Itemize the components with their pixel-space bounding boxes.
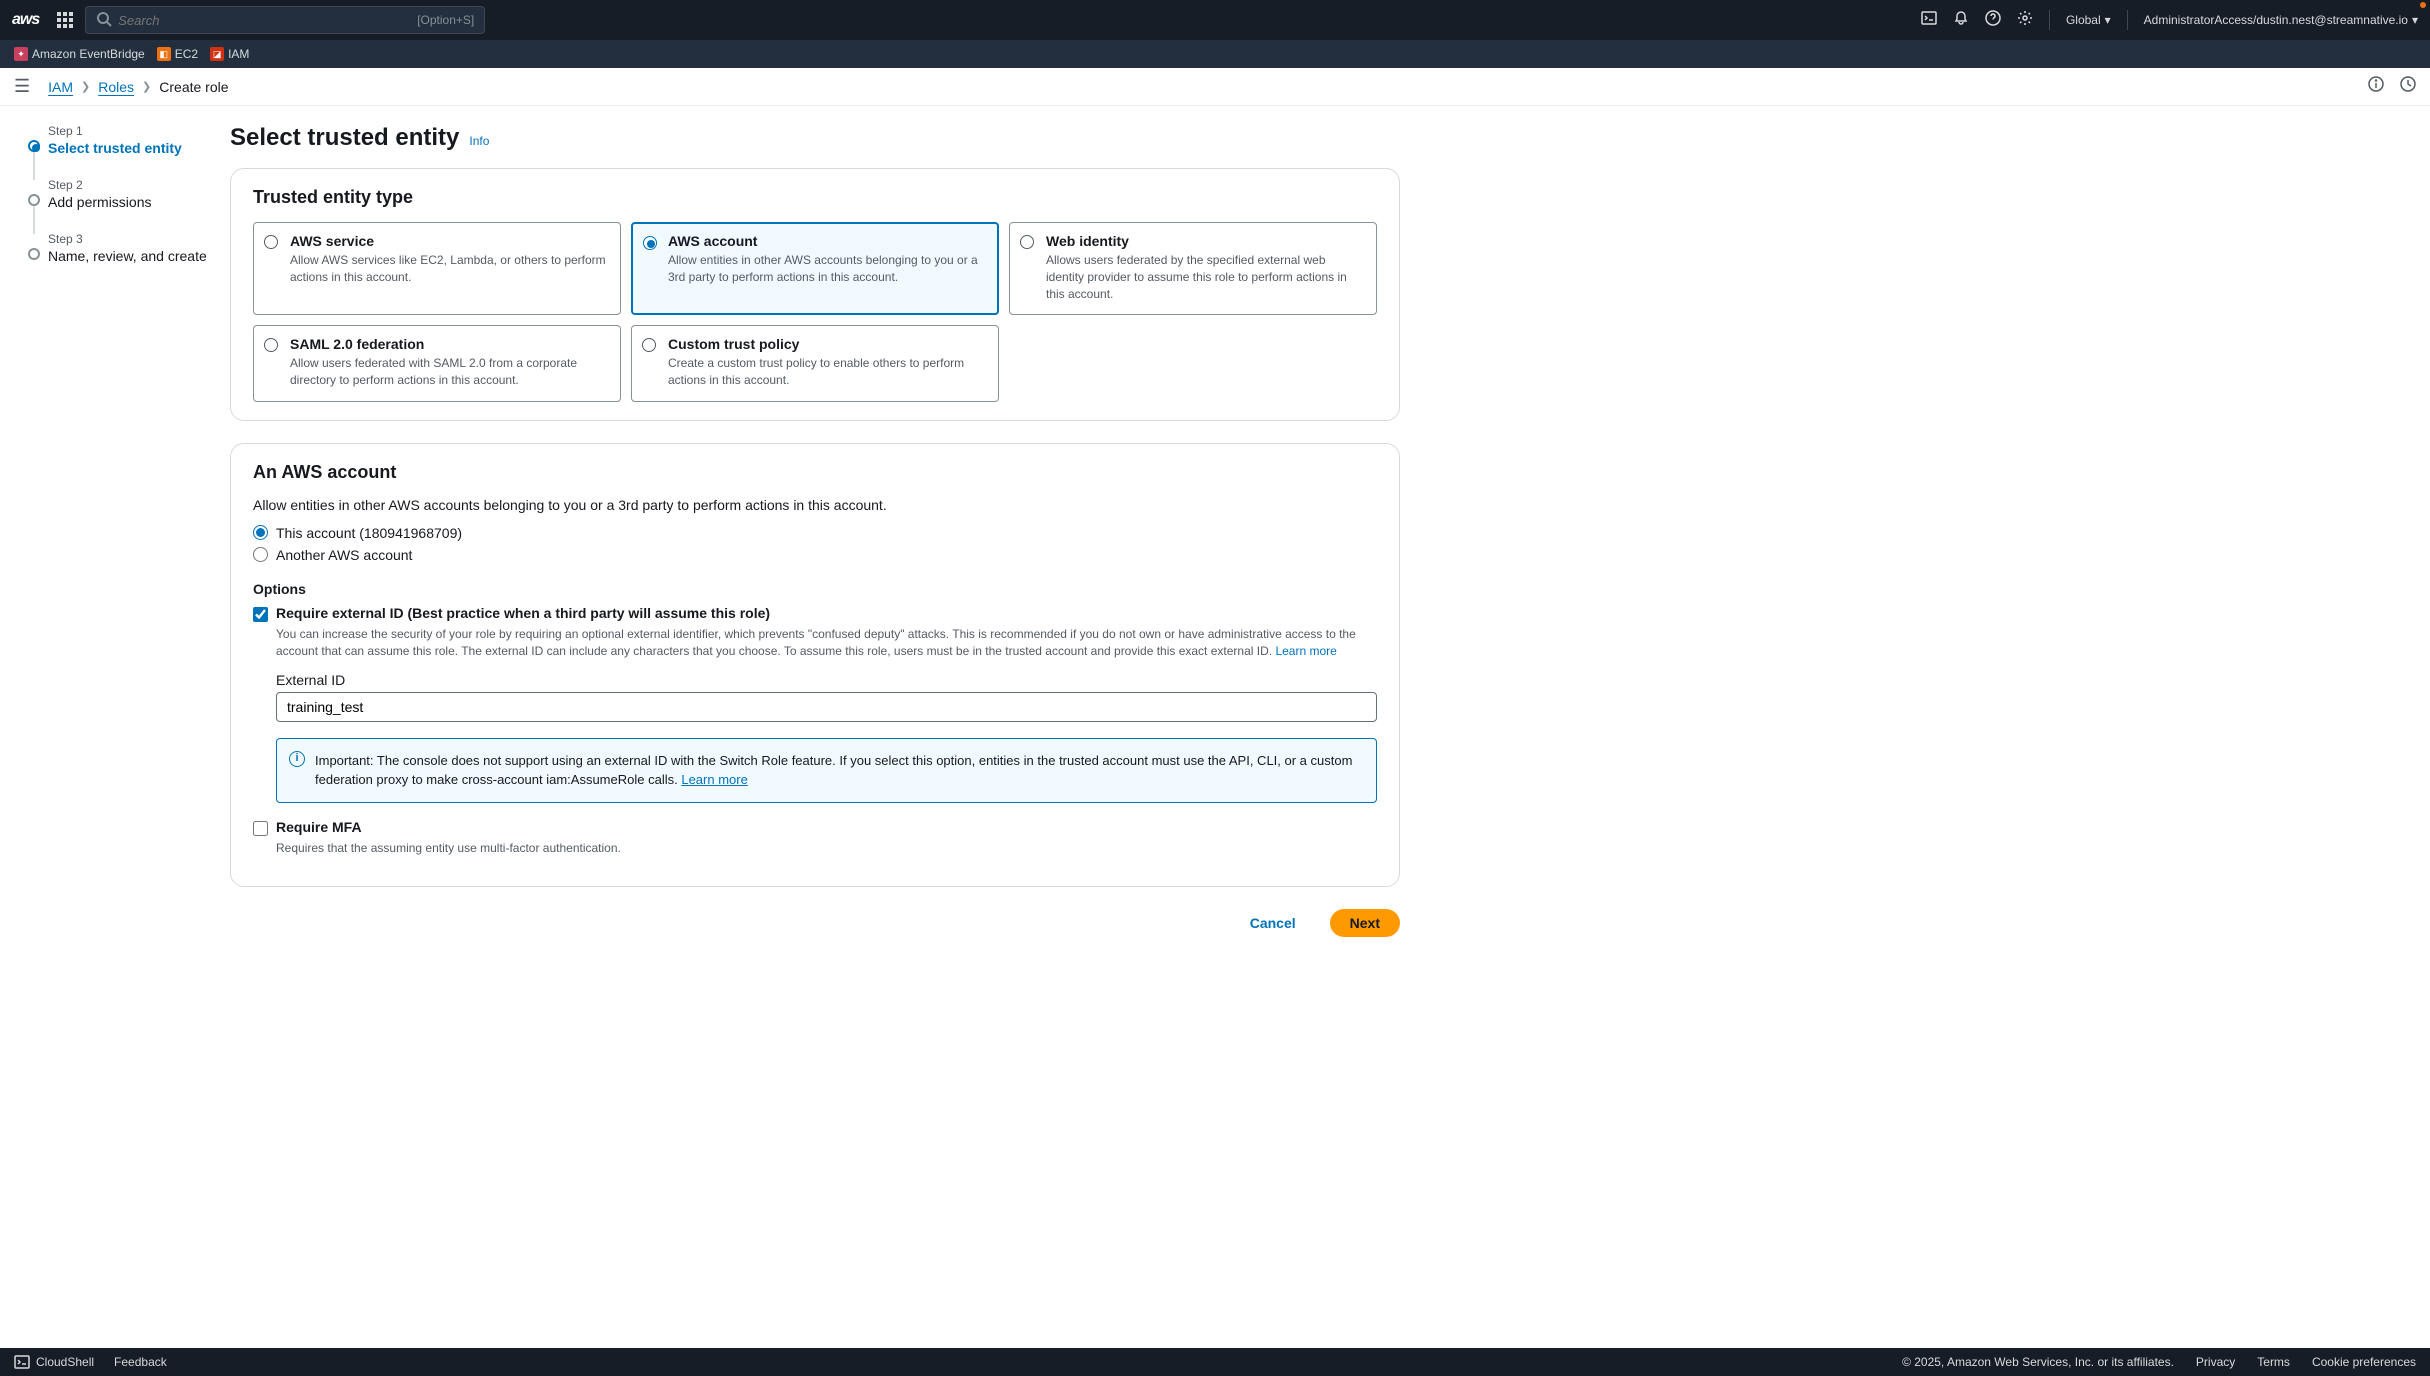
require-mfa-checkbox[interactable] [253,821,268,836]
entity-saml[interactable]: SAML 2.0 federation Allow users federate… [253,325,621,402]
footer-bar: CloudShell Feedback © 2025, Amazon Web S… [0,1348,2430,1376]
external-id-alert: i Important: The console does not suppor… [276,738,1377,803]
global-search[interactable]: [Option+S] [85,6,485,34]
step-label: Add permissions [48,194,210,210]
favorite-iam[interactable]: ◪ IAM [210,47,249,61]
learn-more-link[interactable]: Learn more [1275,644,1336,658]
feedback-link[interactable]: Feedback [114,1355,167,1369]
step-label: Select trusted entity [48,140,210,156]
info-icon: i [289,751,305,767]
panel-heading: An AWS account [253,462,1377,483]
entity-custom-trust[interactable]: Custom trust policy Create a custom trus… [631,325,999,402]
radio-icon [264,235,278,249]
search-shortcut-hint: [Option+S] [417,13,474,27]
panel-heading: Trusted entity type [253,187,1377,208]
wizard-actions: Cancel Next [230,909,1400,937]
radio-icon [642,338,656,352]
cloudshell-icon[interactable] [1921,10,1937,31]
trusted-entity-panel: Trusted entity type AWS service Allow AW… [230,168,1400,421]
entity-aws-account[interactable]: AWS account Allow entities in other AWS … [631,222,999,315]
step-1[interactable]: Step 1 Select trusted entity [28,124,210,156]
radio-icon [643,236,657,250]
entity-web-identity[interactable]: Web identity Allows users federated by t… [1009,222,1377,315]
next-button[interactable]: Next [1330,909,1400,937]
breadcrumb-roles[interactable]: Roles [98,79,134,95]
settings-icon[interactable] [2017,10,2033,31]
require-mfa-help: Requires that the assuming entity use mu… [276,840,1377,857]
ec2-icon: ◧ [157,47,171,61]
breadcrumb-iam[interactable]: IAM [48,79,73,95]
require-external-id-checkbox[interactable] [253,607,268,622]
cancel-button[interactable]: Cancel [1230,909,1316,937]
alert-learn-more-link[interactable]: Learn more [681,772,747,787]
cookies-link[interactable]: Cookie preferences [2312,1355,2416,1369]
clock-icon[interactable] [2400,76,2416,97]
services-grid-icon[interactable] [57,12,73,28]
iam-icon: ◪ [210,47,224,61]
external-id-input[interactable] [276,692,1377,722]
chevron-down-icon: ▾ [2412,13,2418,27]
radio-icon [264,338,278,352]
help-icon[interactable] [1985,10,2001,31]
terms-link[interactable]: Terms [2257,1355,2290,1369]
info-link[interactable]: Info [469,134,489,148]
step-2[interactable]: Step 2 Add permissions [28,178,210,210]
account-menu[interactable]: AdministratorAccess/dustin.nest@streamna… [2144,13,2418,27]
chevron-right-icon: ❯ [81,80,90,93]
require-external-id-label[interactable]: Require external ID (Best practice when … [276,605,770,621]
notifications-icon[interactable] [1953,10,1969,31]
step-label: Name, review, and create [48,248,210,264]
top-bar: aws [Option+S] Global ▾ AdministratorAcc [0,0,2430,40]
search-icon [96,11,112,30]
external-id-label: External ID [276,672,1377,688]
search-input[interactable] [118,13,417,28]
another-account-label[interactable]: Another AWS account [276,547,412,563]
hamburger-icon[interactable]: ☰ [14,76,30,97]
breadcrumb-current: Create role [159,79,228,95]
favorites-bar: ✦ Amazon EventBridge ◧ EC2 ◪ IAM [0,40,2430,68]
require-mfa-label[interactable]: Require MFA [276,819,362,835]
require-external-id-help: You can increase the security of your ro… [276,626,1377,660]
page-title: Select trusted entity Info [230,124,1400,152]
privacy-link[interactable]: Privacy [2196,1355,2235,1369]
eventbridge-icon: ✦ [14,47,28,61]
radio-icon [1020,235,1034,249]
breadcrumb-bar: ☰ IAM ❯ Roles ❯ Create role [0,68,2430,106]
another-account-radio[interactable] [253,547,268,562]
copyright: © 2025, Amazon Web Services, Inc. or its… [1902,1355,2174,1369]
entity-aws-service[interactable]: AWS service Allow AWS services like EC2,… [253,222,621,315]
aws-account-panel: An AWS account Allow entities in other A… [230,443,1400,887]
notification-dot [2420,2,2426,8]
favorite-ec2[interactable]: ◧ EC2 [157,47,198,61]
this-account-radio[interactable] [253,525,268,540]
this-account-label[interactable]: This account (180941968709) [276,525,462,541]
favorite-eventbridge[interactable]: ✦ Amazon EventBridge [14,47,145,61]
wizard-steps: Step 1 Select trusted entity Step 2 Add … [0,106,220,1348]
aws-logo[interactable]: aws [12,11,39,29]
region-selector[interactable]: Global ▾ [2066,13,2111,27]
cloudshell-link[interactable]: CloudShell [14,1354,94,1370]
panel-subheading: Allow entities in other AWS accounts bel… [253,497,1377,513]
options-heading: Options [253,581,1377,597]
chevron-right-icon: ❯ [142,80,151,93]
info-icon[interactable] [2368,76,2384,97]
chevron-down-icon: ▾ [2105,13,2111,27]
step-3[interactable]: Step 3 Name, review, and create [28,232,210,264]
